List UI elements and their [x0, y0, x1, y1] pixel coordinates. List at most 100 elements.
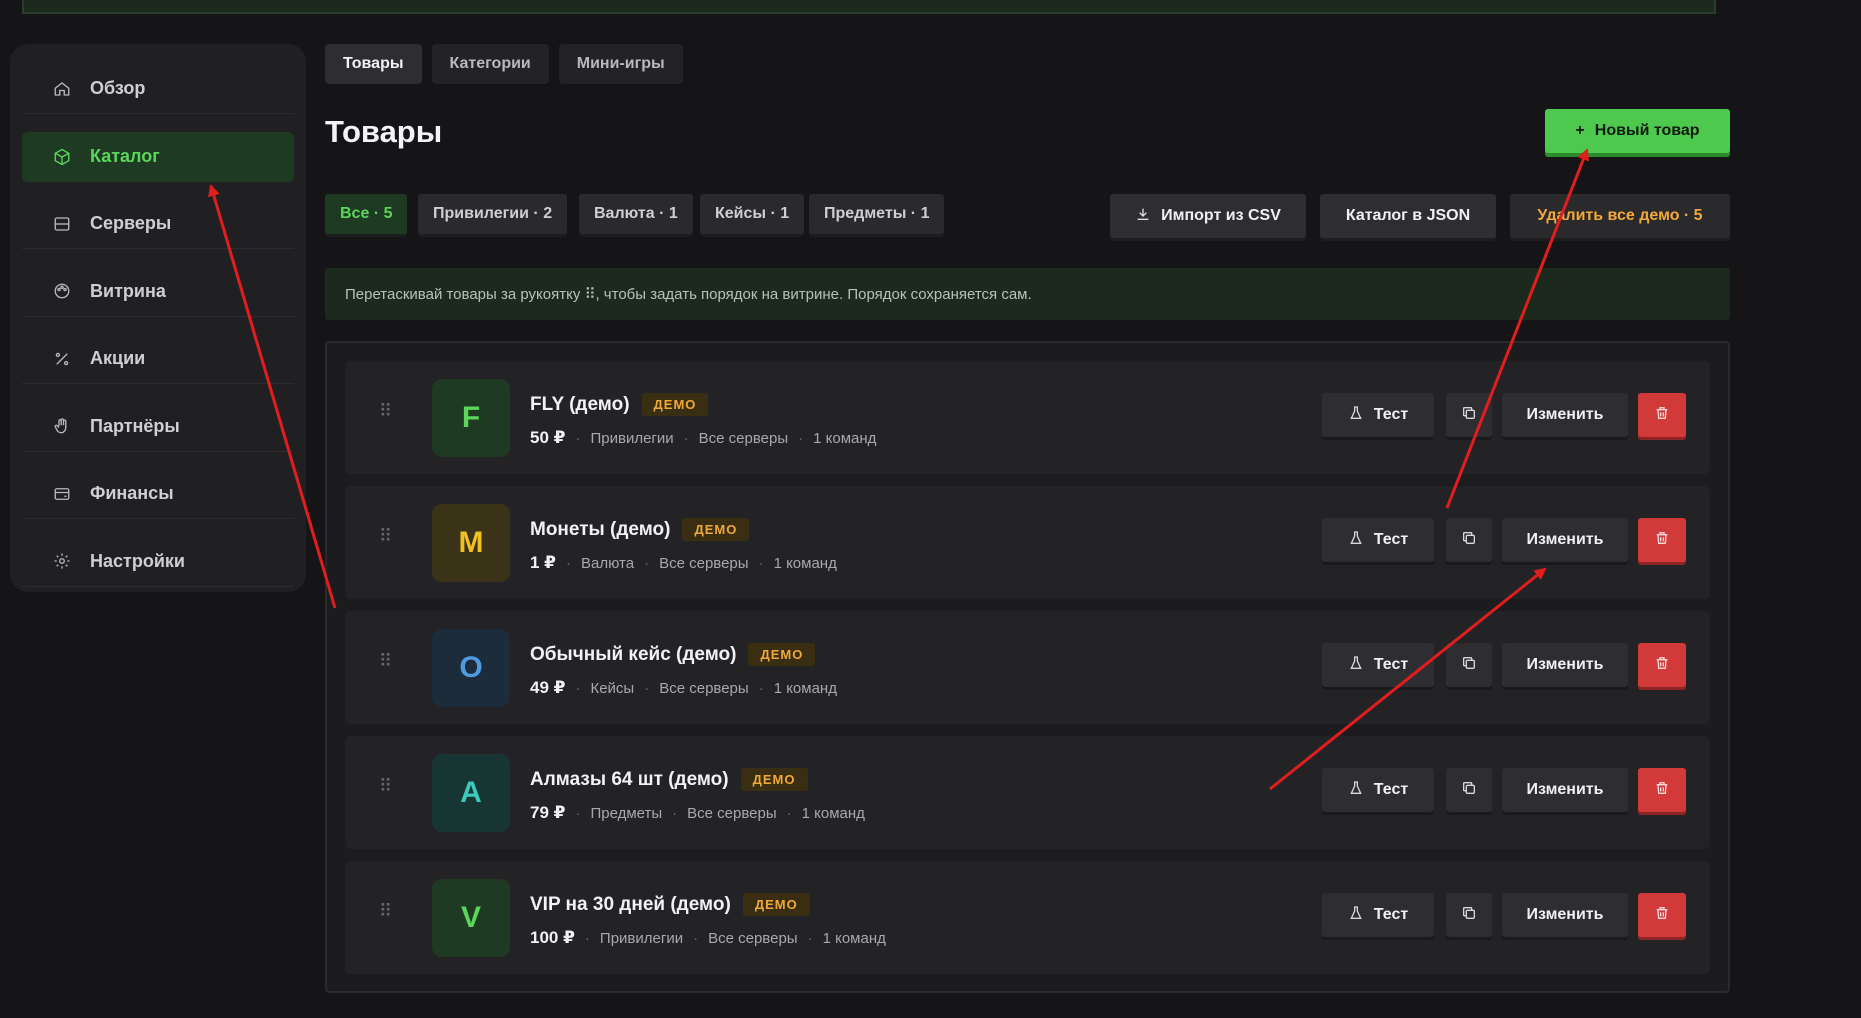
sidebar-item-storefront[interactable]: Витрина	[22, 267, 294, 317]
test-button[interactable]: Тест	[1322, 518, 1434, 562]
delete-all-demo-button[interactable]: Удалить все демо · 5	[1510, 194, 1730, 238]
new-product-button[interactable]: + Новый товар	[1545, 109, 1730, 153]
row-actions: Тест Изменить	[1322, 393, 1692, 437]
test-button[interactable]: Тест	[1322, 643, 1434, 687]
sidebar-item-label: Акции	[90, 348, 146, 368]
product-name: Обычный кейс (демо)	[530, 643, 737, 665]
delete-button[interactable]	[1638, 893, 1686, 937]
filter-privileges[interactable]: Привилегии · 2	[418, 194, 568, 234]
separator-dot: ·	[693, 929, 699, 947]
delete-button[interactable]	[1638, 518, 1686, 562]
duplicate-button[interactable]	[1446, 643, 1492, 687]
copy-icon	[1461, 780, 1477, 801]
separator-dot: ·	[575, 804, 581, 822]
drag-handle-icon[interactable]: ⠿	[379, 902, 392, 920]
edit-button[interactable]: Изменить	[1502, 768, 1628, 812]
product-row: ⠿ A Алмазы 64 шт (демо) ДЕМО 79 ₽ · Пред…	[345, 736, 1710, 849]
test-button[interactable]: Тест	[1322, 893, 1434, 937]
sidebar-item-finance[interactable]: Финансы	[22, 469, 294, 519]
copy-icon	[1461, 530, 1477, 551]
catalog-json-button[interactable]: Каталог в JSON	[1320, 194, 1496, 238]
copy-icon	[1461, 405, 1477, 426]
box-icon	[52, 147, 72, 167]
product-price: 1 ₽	[530, 553, 557, 572]
product-info: Монеты (демо) ДЕМО 1 ₽ · Валюта · Все се…	[530, 518, 837, 573]
top-banner	[22, 0, 1716, 14]
import-csv-button[interactable]: Импорт из CSV	[1110, 194, 1306, 238]
copy-icon	[1461, 655, 1477, 676]
flask-icon	[1348, 905, 1364, 926]
product-name: Монеты (демо)	[530, 518, 671, 540]
home-icon	[52, 79, 72, 99]
sidebar-item-partners[interactable]: Партнёры	[22, 402, 294, 452]
tab-products[interactable]: Товары	[325, 44, 422, 84]
separator-dot: ·	[758, 554, 764, 572]
product-meta: 1 ₽ · Валюта · Все серверы · 1 команд	[530, 553, 837, 573]
filter-cases[interactable]: Кейсы · 1	[700, 194, 805, 234]
edit-button[interactable]: Изменить	[1502, 393, 1628, 437]
test-label: Тест	[1373, 531, 1409, 548]
edit-button[interactable]: Изменить	[1502, 893, 1628, 937]
product-category: Валюта	[581, 554, 635, 572]
sidebar-item-servers[interactable]: Серверы	[22, 199, 294, 249]
wallet-icon	[52, 484, 72, 504]
separator-dot: ·	[644, 554, 650, 572]
sidebar-item-label: Каталог	[90, 146, 160, 166]
product-price: 49 ₽	[530, 678, 566, 697]
drag-handle-icon[interactable]: ⠿	[379, 527, 392, 545]
product-servers: Все серверы	[659, 554, 749, 572]
tab-minigames[interactable]: Мини-игры	[558, 44, 683, 84]
filter-items[interactable]: Предметы · 1	[809, 194, 945, 234]
filter-all[interactable]: Все · 5	[325, 194, 408, 234]
product-servers: Все серверы	[708, 929, 798, 947]
drag-handle-icon[interactable]: ⠿	[379, 652, 392, 670]
product-avatar: F	[432, 379, 510, 457]
edit-button[interactable]: Изменить	[1502, 518, 1628, 562]
trash-icon	[1654, 780, 1670, 801]
product-commands: 1 команд	[801, 804, 865, 822]
duplicate-button[interactable]	[1446, 768, 1492, 812]
flask-icon	[1348, 780, 1364, 801]
separator-dot: ·	[758, 679, 764, 697]
flask-icon	[1348, 655, 1364, 676]
product-commands: 1 команд	[773, 679, 837, 697]
product-info: VIP на 30 дней (демо) ДЕМО 100 ₽ · Приви…	[530, 893, 886, 948]
product-list: ⠿ F FLY (демо) ДЕМО 50 ₽ · Привилегии · …	[325, 341, 1730, 993]
separator-dot: ·	[798, 429, 804, 447]
product-servers: Все серверы	[698, 429, 789, 447]
duplicate-button[interactable]	[1446, 518, 1492, 562]
sidebar-item-overview[interactable]: Обзор	[22, 64, 294, 114]
drag-handle-icon[interactable]: ⠿	[379, 777, 392, 795]
delete-button[interactable]	[1638, 768, 1686, 812]
sidebar-item-label: Витрина	[90, 280, 166, 301]
duplicate-button[interactable]	[1446, 393, 1492, 437]
sidebar: Обзор Каталог Серверы Витрина Акции Парт…	[10, 44, 306, 592]
palette-icon	[52, 281, 72, 301]
test-button[interactable]: Тест	[1322, 393, 1434, 437]
drag-handle-icon[interactable]: ⠿	[379, 402, 392, 420]
sidebar-item-catalog[interactable]: Каталог	[22, 131, 294, 182]
duplicate-button[interactable]	[1446, 893, 1492, 937]
sidebar-item-promotions[interactable]: Акции	[22, 334, 294, 384]
sidebar-item-settings[interactable]: Настройки	[22, 537, 294, 587]
filter-currency[interactable]: Валюта · 1	[579, 194, 693, 234]
trash-icon	[1654, 530, 1670, 551]
page-title: Товары	[325, 114, 443, 149]
test-button[interactable]: Тест	[1322, 768, 1434, 812]
flask-icon	[1348, 530, 1364, 551]
tab-categories[interactable]: Категории	[431, 44, 549, 84]
edit-button[interactable]: Изменить	[1502, 643, 1628, 687]
delete-button[interactable]	[1638, 643, 1686, 687]
product-name: FLY (демо)	[530, 393, 630, 415]
sidebar-item-label: Финансы	[90, 483, 174, 503]
product-info: Алмазы 64 шт (демо) ДЕМО 79 ₽ · Предметы…	[530, 768, 865, 823]
product-commands: 1 команд	[813, 429, 877, 447]
delete-button[interactable]	[1638, 393, 1686, 437]
product-meta: 49 ₽ · Кейсы · Все серверы · 1 команд	[530, 678, 837, 698]
separator-dot: ·	[644, 679, 650, 697]
percent-icon	[52, 349, 72, 369]
separator-dot: ·	[807, 929, 813, 947]
download-icon	[1135, 206, 1151, 227]
trash-icon	[1654, 655, 1670, 676]
row-actions: Тест Изменить	[1322, 893, 1692, 937]
